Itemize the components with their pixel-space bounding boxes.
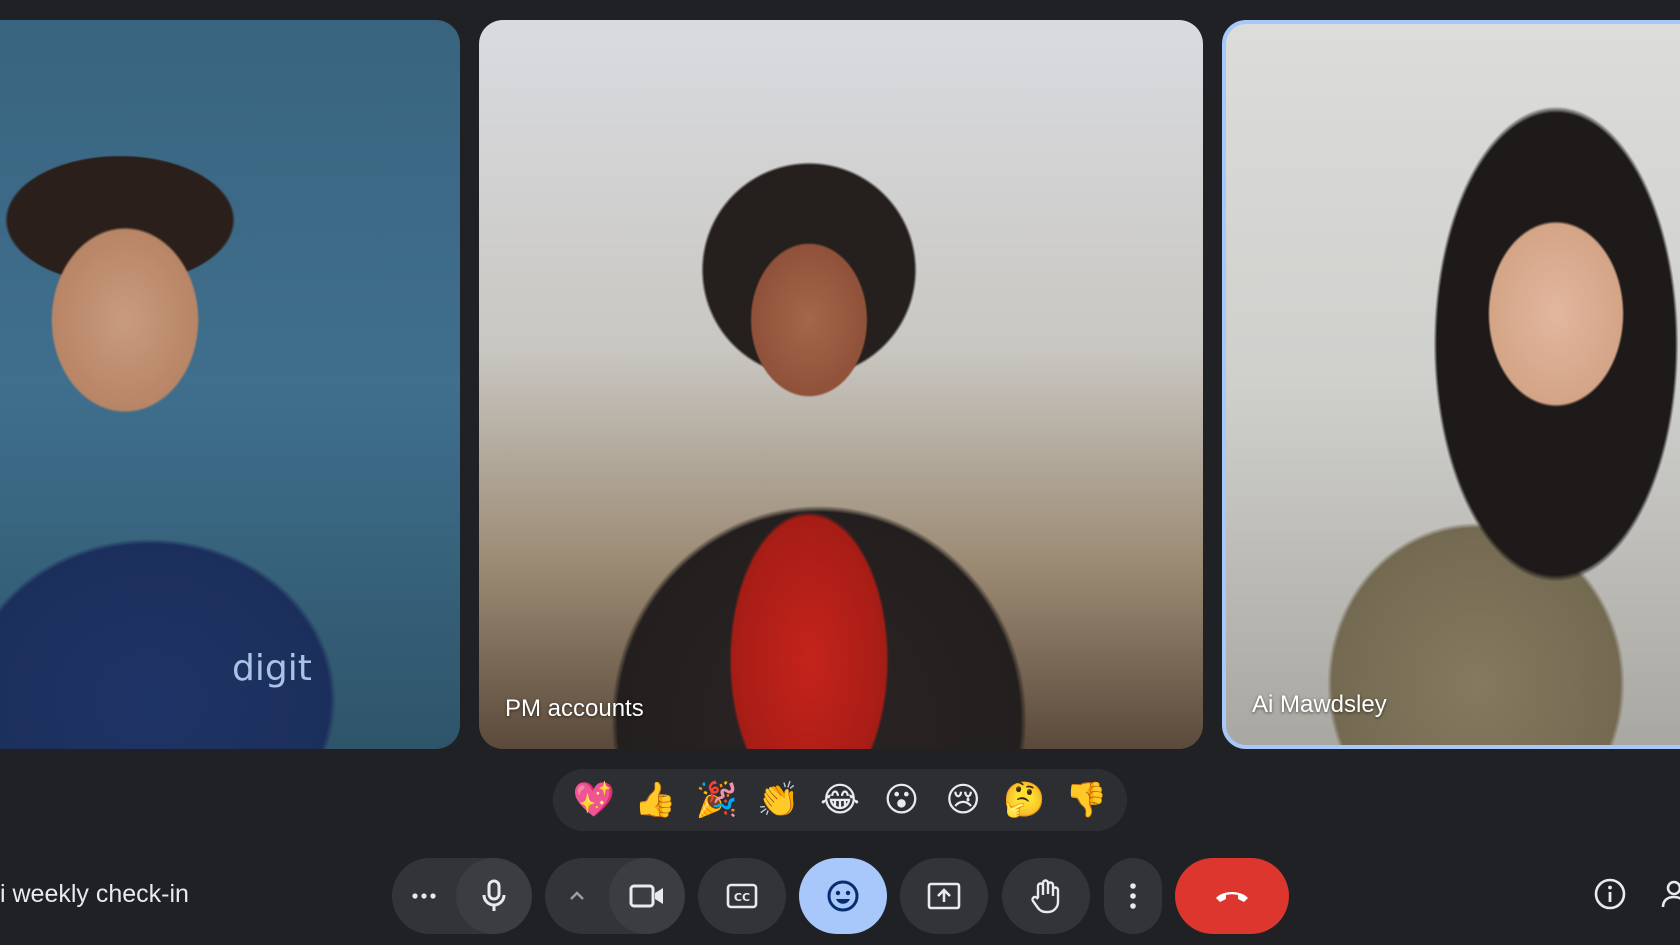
more-vert-icon: [1129, 882, 1137, 910]
reaction-crying[interactable]: 😢: [937, 774, 989, 826]
call-end-icon: [1213, 887, 1251, 905]
participant-name: PM accounts: [505, 695, 644, 722]
reaction-thumbs-up[interactable]: 👍: [629, 774, 681, 826]
people-button[interactable]: [1660, 876, 1680, 916]
send-reaction-button[interactable]: [799, 858, 887, 934]
microphone-button[interactable]: [456, 858, 532, 934]
participant-name: Ai Mawdsley: [1252, 691, 1387, 718]
shirt-logo: digit: [232, 648, 312, 689]
participant-tile[interactable]: digit: [0, 20, 460, 749]
participant-tile[interactable]: PM accounts: [479, 20, 1203, 749]
closed-caption-icon: CC: [726, 883, 758, 909]
reaction-thumbs-down[interactable]: 👎: [1060, 774, 1112, 826]
present-screen-button[interactable]: [900, 858, 988, 934]
more-horiz-icon: [411, 892, 437, 900]
audio-options-button[interactable]: [392, 858, 456, 934]
reaction-clapping-hands[interactable]: 👏: [752, 774, 804, 826]
raise-hand-button[interactable]: [1002, 858, 1090, 934]
participant-video: [1226, 24, 1680, 745]
info-icon: [1593, 877, 1627, 916]
meeting-details-button[interactable]: [1590, 876, 1630, 916]
reaction-party-popper[interactable]: 🎉: [691, 774, 743, 826]
leave-call-button[interactable]: [1175, 858, 1289, 934]
participant-tile-active-speaker[interactable]: Ai Mawdsley: [1222, 20, 1680, 749]
reaction-sparkling-heart[interactable]: 💖: [568, 774, 620, 826]
audio-control-group: [392, 858, 532, 934]
reactions-bar: 💖 👍 🎉 👏 😂 😮 😢 🤔 👎: [553, 769, 1127, 831]
video-control-group: [545, 858, 685, 934]
videocam-icon: [629, 883, 665, 909]
emoji-icon: [826, 879, 860, 913]
raise-hand-icon: [1030, 878, 1062, 914]
reaction-tears-of-joy[interactable]: 😂: [814, 774, 866, 826]
people-icon: [1660, 877, 1680, 916]
captions-button[interactable]: CC: [698, 858, 786, 934]
mic-icon: [481, 879, 507, 913]
video-options-button[interactable]: [545, 858, 609, 934]
reaction-thinking[interactable]: 🤔: [999, 774, 1051, 826]
reaction-surprised[interactable]: 😮: [876, 774, 928, 826]
camera-button[interactable]: [609, 858, 685, 934]
chevron-up-icon: [568, 890, 586, 902]
meeting-title: i weekly check-in: [0, 880, 189, 908]
svg-text:CC: CC: [734, 891, 750, 904]
meeting-stage: digit PM accounts Ai Mawdsley 💖 👍 🎉 👏 😂 …: [0, 0, 1680, 945]
participant-video: [479, 20, 1203, 749]
present-screen-icon: [927, 882, 961, 910]
participant-video: [0, 20, 460, 749]
more-options-button[interactable]: [1104, 858, 1162, 934]
